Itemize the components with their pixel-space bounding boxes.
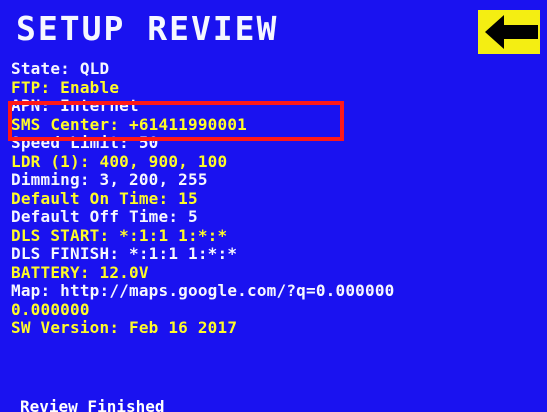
review-line-map: Map: http://maps.google.com/?q=0.000000 bbox=[11, 281, 395, 300]
status-bar: Review Finished bbox=[0, 398, 547, 412]
left-arrow-icon bbox=[485, 15, 538, 49]
review-line-ldr: LDR (1): 400, 900, 100 bbox=[11, 151, 228, 171]
review-line-default-on-time: Default On Time: 15 bbox=[11, 188, 198, 208]
setup-review-screen: SETUP REVIEW State: QLD FTP: Enable APN:… bbox=[0, 0, 547, 412]
review-line-ftp: FTP: Enable bbox=[11, 77, 120, 97]
review-line-map-continuation: 0.000000 bbox=[11, 299, 90, 319]
sms-center-highlight bbox=[8, 101, 344, 141]
back-button[interactable] bbox=[478, 10, 540, 54]
review-line-battery: BATTERY: 12.0V bbox=[11, 262, 149, 282]
review-line-dls-start: DLS START: *:1:1 1:*:* bbox=[11, 225, 228, 245]
review-line-dls-finish: DLS FINISH: *:1:1 1:*:* bbox=[11, 244, 238, 263]
status-text: Review Finished bbox=[20, 398, 165, 412]
page-title: SETUP REVIEW bbox=[16, 9, 279, 48]
review-line-sw-version: SW Version: Feb 16 2017 bbox=[11, 318, 238, 337]
review-line-dimming: Dimming: 3, 200, 255 bbox=[11, 170, 208, 189]
review-line-default-off-time: Default Off Time: 5 bbox=[11, 207, 198, 226]
review-line-state: State: QLD bbox=[11, 59, 110, 78]
